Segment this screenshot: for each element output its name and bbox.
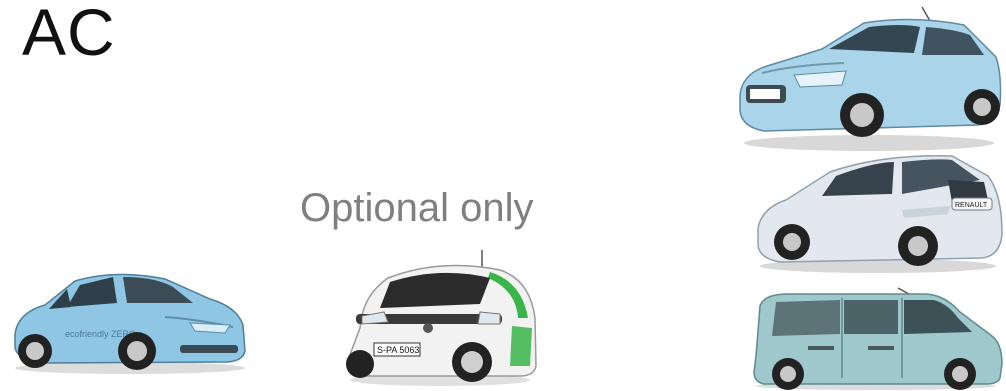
slide-title: AC xyxy=(22,0,116,69)
renault-kangoo-image xyxy=(748,286,1004,391)
smart-fortwo-image: S-PA 5063 xyxy=(340,248,540,388)
svg-text:S-PA 5063: S-PA 5063 xyxy=(377,345,419,355)
slide-subtitle: Optional only xyxy=(300,186,534,230)
renault-zoe-image: RENAULT xyxy=(752,150,1004,275)
svg-text:RENAULT: RENAULT xyxy=(955,202,988,209)
nissan-leaf-image: ecofriendly ZERO xyxy=(5,265,250,375)
renault-fluence-image xyxy=(734,5,1004,153)
